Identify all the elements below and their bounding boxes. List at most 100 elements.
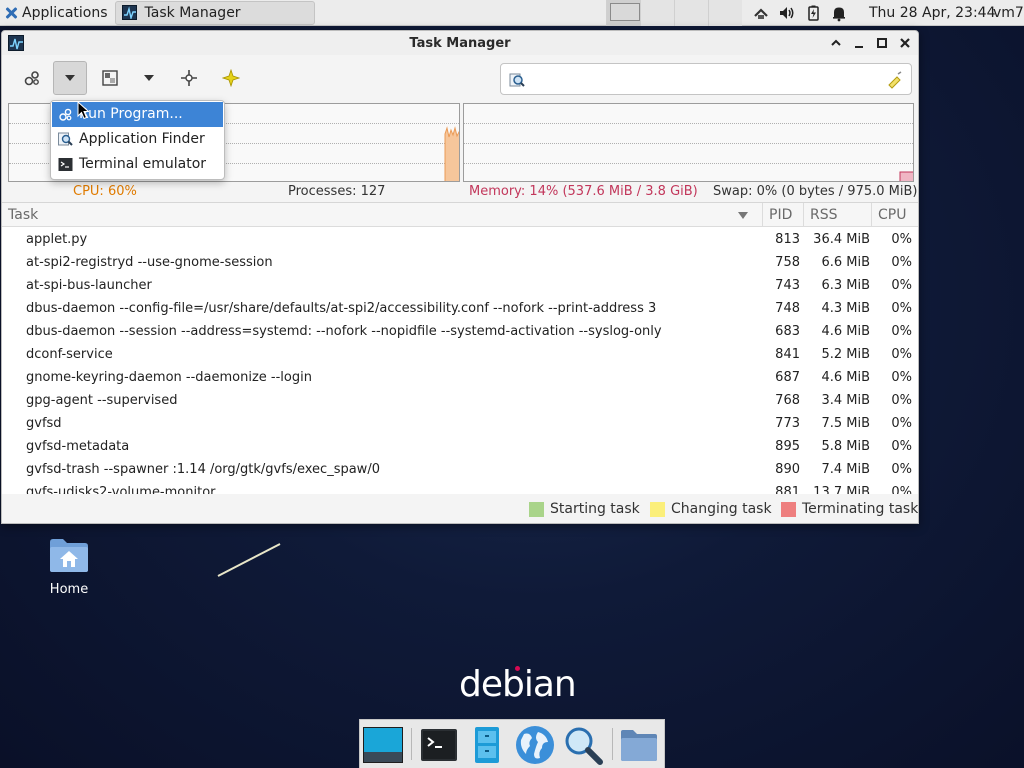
debian-logo: debian: [459, 664, 577, 705]
app-finder-icon[interactable]: [562, 724, 604, 766]
table-row[interactable]: gvfs-udisks2-volume-monitor 881 13.7 MiB 0%: [2, 481, 918, 494]
maximize-button[interactable]: [874, 36, 889, 51]
debian-dot: [515, 666, 520, 671]
notification-icon[interactable]: [830, 4, 848, 22]
legend-terminating: Terminating task: [781, 501, 918, 517]
menu-item-application-finder[interactable]: Application Finder: [52, 127, 223, 152]
search-input[interactable]: [531, 70, 871, 90]
cell-cpu: 0%: [891, 324, 912, 339]
cell-rss: 3.4 MiB: [821, 393, 870, 408]
cell-cpu: 0%: [891, 416, 912, 431]
minimize-button[interactable]: [851, 36, 866, 51]
web-browser-icon[interactable]: [514, 724, 556, 766]
select-window-button[interactable]: [172, 61, 206, 95]
cell-pid: 890: [775, 462, 800, 477]
dock-separator: [411, 728, 412, 760]
table-row[interactable]: gvfsd-metadata 895 5.8 MiB 0%: [2, 435, 918, 458]
chevron-down-icon: [144, 75, 154, 81]
cell-pid: 687: [775, 370, 800, 385]
close-button[interactable]: [897, 36, 912, 51]
workspace-2[interactable]: [640, 0, 674, 26]
mouse-pointer-icon: [77, 101, 89, 120]
cell-task: dbus-daemon --config-file=/usr/share/def…: [26, 301, 657, 316]
window-list-button[interactable]: [93, 61, 127, 95]
workspace-4[interactable]: [708, 0, 742, 26]
table-row[interactable]: at-spi-bus-launcher 743 6.3 MiB 0%: [2, 274, 918, 297]
search-field[interactable]: [500, 63, 912, 95]
table-row[interactable]: at-spi2-registryd --use-gnome-session 758…: [2, 251, 918, 274]
close-icon: [899, 38, 910, 48]
cell-rss: 13.7 MiB: [813, 485, 870, 494]
taskbar-task-label: Task Manager: [144, 4, 241, 21]
cell-task: gvfsd: [26, 416, 62, 431]
column-header-task[interactable]: Task: [2, 203, 763, 227]
column-header-cpu[interactable]: CPU: [872, 203, 918, 227]
cell-rss: 7.4 MiB: [821, 462, 870, 477]
cell-pid: 683: [775, 324, 800, 339]
legend-starting: Starting task: [529, 501, 640, 517]
shade-button[interactable]: [828, 36, 843, 51]
cell-cpu: 0%: [891, 278, 912, 293]
table-row[interactable]: dbus-daemon --config-file=/usr/share/def…: [2, 297, 918, 320]
home-folder-icon: [48, 536, 90, 574]
terminal-icon[interactable]: [418, 724, 460, 766]
window-icon: [102, 70, 118, 86]
workspace-1[interactable]: [606, 0, 640, 26]
folder-icon[interactable]: [618, 724, 660, 766]
menu-item-label: Run Program...: [79, 106, 183, 122]
column-header-rss[interactable]: RSS: [804, 203, 872, 227]
table-row[interactable]: gvfsd-trash --spawner :1.14 /org/gtk/gvf…: [2, 458, 918, 481]
taskbar-task-manager-button[interactable]: Task Manager: [114, 0, 315, 25]
actions-dropdown-button[interactable]: [53, 61, 87, 95]
file-manager-icon[interactable]: [466, 724, 508, 766]
volume-icon[interactable]: [778, 4, 796, 22]
cell-task: gvfsd-metadata: [26, 439, 130, 454]
settings-icon: [24, 71, 39, 86]
sort-descending-icon: [738, 212, 748, 219]
cell-pid: 768: [775, 393, 800, 408]
task-manager-icon: [121, 5, 137, 20]
cell-rss: 6.3 MiB: [821, 278, 870, 293]
table-row[interactable]: dconf-service 841 5.2 MiB 0%: [2, 343, 918, 366]
workspace-3[interactable]: [674, 0, 708, 26]
legend-changing-label: Changing task: [671, 501, 772, 517]
memory-usage-label: Memory: 14% (537.6 MiB / 3.8 GiB): [469, 184, 698, 199]
cell-rss: 5.8 MiB: [821, 439, 870, 454]
table-row[interactable]: dbus-daemon --session --address=systemd:…: [2, 320, 918, 343]
menu-item-terminal-emulator[interactable]: Terminal emulator: [52, 152, 223, 177]
settings-button[interactable]: [15, 61, 49, 95]
memory-graph: [463, 103, 914, 182]
network-icon[interactable]: [752, 4, 770, 22]
battery-icon[interactable]: [804, 4, 822, 22]
applications-menu-button[interactable]: Applications: [0, 0, 112, 26]
workspace-pager: [606, 0, 742, 26]
show-desktop-icon[interactable]: [362, 724, 404, 766]
table-row[interactable]: gpg-agent --supervised 768 3.4 MiB 0%: [2, 389, 918, 412]
cell-cpu: 0%: [891, 255, 912, 270]
window-title: Task Manager: [409, 35, 511, 51]
chevron-up-icon: [830, 39, 841, 46]
swap-usage-label: Swap: 0% (0 bytes / 975.0 MiB): [713, 184, 918, 199]
legend-changing: Changing task: [650, 501, 772, 517]
table-row[interactable]: gnome-keyring-daemon --daemonize --login…: [2, 366, 918, 389]
run-program-icon: [59, 108, 72, 121]
clear-icon[interactable]: [885, 71, 903, 89]
table-row[interactable]: gvfsd 773 7.5 MiB 0%: [2, 412, 918, 435]
system-tray: [752, 0, 848, 26]
column-task-label: Task: [8, 207, 39, 223]
cell-pid: 895: [775, 439, 800, 454]
table-header: Task PID RSS CPU: [2, 203, 918, 227]
table-row[interactable]: applet.py 813 36.4 MiB 0%: [2, 228, 918, 251]
window-titlebar[interactable]: Task Manager: [2, 31, 918, 55]
column-header-pid[interactable]: PID: [763, 203, 804, 227]
about-button[interactable]: [214, 61, 248, 95]
desktop-home-icon[interactable]: Home: [40, 536, 98, 597]
clock[interactable]: Thu 28 Apr, 23:44: [869, 0, 995, 26]
cell-task: dbus-daemon --session --address=systemd:…: [26, 324, 662, 339]
cell-pid: 881: [775, 485, 800, 494]
cell-task: gvfs-udisks2-volume-monitor: [26, 485, 216, 494]
chevron-down-icon: [65, 75, 75, 81]
view-dropdown-button[interactable]: [132, 61, 166, 95]
legend-terminating-label: Terminating task: [802, 501, 919, 517]
memory-history-plot: [899, 171, 913, 181]
